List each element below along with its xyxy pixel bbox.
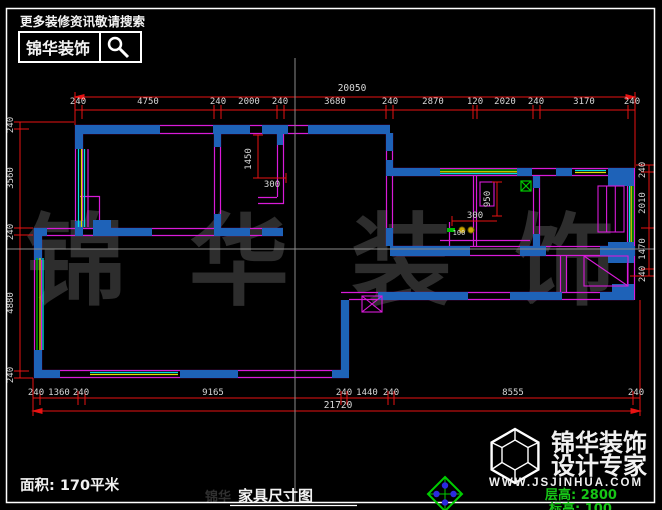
dim-label: 3680 [324, 97, 346, 107]
dim-label: 2010 [638, 192, 648, 214]
cad-note-elevation: 标高: 100 [548, 501, 612, 510]
dim-label: 240 [628, 388, 644, 398]
dim-label: 240 [210, 97, 226, 107]
dim-label: 240 [272, 97, 288, 107]
dim-label: 240 [73, 388, 89, 398]
magnifier-icon [109, 38, 128, 57]
dim-label: 300 [467, 211, 483, 221]
dim-label: 240 [6, 367, 16, 383]
dim-label: 2000 [238, 97, 260, 107]
bottom-total-dimension: 21720 [324, 400, 353, 411]
cube-logo-icon [492, 429, 539, 483]
dim-label: 9165 [202, 388, 224, 398]
header-tagline: 更多装修资讯敬请搜索 [20, 14, 146, 29]
dim-label: 8555 [502, 388, 524, 398]
compass-symbol [428, 477, 462, 510]
dim-label: 1440 [356, 388, 378, 398]
footer-brand-slogan: 设计专家 [551, 452, 647, 480]
cad-viewport[interactable]: 锦 华 装 饰 锦华 [0, 0, 662, 510]
watermark-text: 锦 华 装 饰 [26, 203, 628, 320]
dim-label: 240 [382, 97, 398, 107]
dim-label: 300 [264, 180, 280, 190]
dim-label: 240 [638, 162, 648, 178]
dim-label: 100 [453, 229, 466, 237]
title-block: 家具尺寸图 [230, 477, 462, 510]
dim-label: 240 [528, 97, 544, 107]
dim-label: 240 [28, 388, 44, 398]
dim-label: 1450 [244, 148, 254, 170]
drawing-title: 家具尺寸图 [238, 487, 313, 505]
dim-label: 950 [483, 191, 493, 207]
dim-label: 240 [336, 388, 352, 398]
dim-label: 240 [383, 388, 399, 398]
dim-label: 240 [6, 224, 16, 240]
dim-label: 2870 [422, 97, 444, 107]
dim-label: 240 [6, 117, 16, 133]
dim-label: 3170 [573, 97, 595, 107]
cad-note-floor-height: 层高: 2800 [545, 487, 617, 503]
dim-label: 3560 [6, 167, 16, 189]
brand-logo-text: 锦华装饰 [26, 39, 90, 58]
ac-unit-symbol [521, 181, 531, 191]
dim-label: 120 [467, 97, 483, 107]
dim-label: 240 [638, 266, 648, 282]
dim-label: 240 [624, 97, 640, 107]
top-total-dimension: 20050 [338, 83, 367, 94]
dim-label: 2020 [494, 97, 516, 107]
dim-label: 1360 [48, 388, 70, 398]
area-label: 面积: 170平米 [20, 476, 120, 494]
dim-label: 4750 [137, 97, 159, 107]
dim-label: 240 [70, 97, 86, 107]
footer-brand: 锦华装饰 设计专家 WWW.JSJINHUA.COM 层高: 2800 标高: … [489, 429, 647, 510]
dim-label: 4880 [6, 292, 16, 314]
header-brand: 更多装修资讯敬请搜索 锦华装饰 [19, 14, 146, 62]
